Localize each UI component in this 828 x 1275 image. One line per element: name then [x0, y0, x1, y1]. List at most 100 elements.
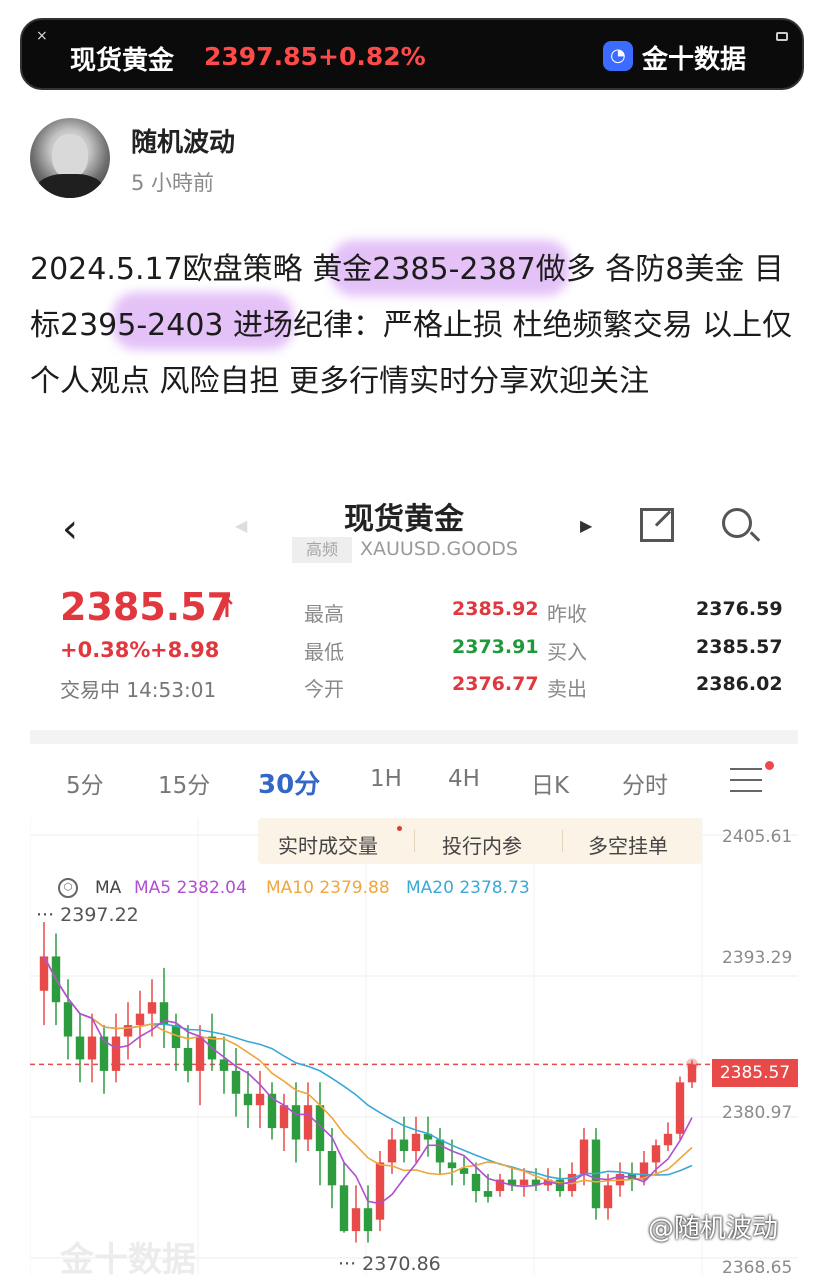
share-icon[interactable] — [640, 508, 674, 542]
tab-5m[interactable]: 5分 — [66, 766, 104, 800]
author-watermark: @随机波动 — [648, 1214, 779, 1244]
stat-label: 最高 — [304, 602, 344, 626]
realtime-volume-button[interactable]: 实时成交量 — [278, 830, 378, 859]
change-absolute: +8.98 — [150, 638, 220, 662]
frequency-badge: 高频 — [292, 537, 352, 563]
candle-up — [111, 1036, 121, 1071]
arrow-up-icon: ↑ — [216, 594, 238, 624]
author-name[interactable]: 随机波动 — [131, 122, 235, 159]
last-price: 2385.57 — [60, 585, 234, 629]
candle-down — [75, 1036, 85, 1060]
candle-up — [375, 1162, 385, 1220]
avatar-face — [52, 134, 88, 178]
prev-symbol-icon[interactable]: ◀ — [235, 516, 247, 535]
candle-down — [291, 1105, 301, 1140]
candle-down — [231, 1070, 241, 1094]
pip-window-icon[interactable] — [776, 32, 788, 41]
high-marker-label: ··· 2397.22 — [36, 904, 139, 926]
high-marker-value: 2397.22 — [60, 904, 139, 926]
y-tick-label: 2380.97 — [722, 1103, 793, 1123]
candle-up — [147, 1002, 157, 1014]
ticker-name: 现货黄金 — [70, 46, 175, 76]
next-symbol-icon[interactable]: ▶ — [580, 516, 592, 535]
candle-down — [363, 1208, 373, 1232]
stat-label: 昨收 — [547, 602, 587, 626]
brand-watermark: 金十数据 — [60, 1240, 196, 1275]
y-tick-label: 2393.29 — [722, 948, 793, 968]
chart-title: 现货黄金 — [344, 502, 464, 537]
candle-up — [303, 1105, 313, 1140]
avatar-suit — [36, 174, 104, 198]
search-icon[interactable] — [722, 508, 752, 538]
candle-down — [243, 1093, 253, 1106]
y-tick-label: 2368.65 — [722, 1258, 793, 1275]
tab-1h[interactable]: 1H — [370, 766, 402, 792]
candle-up — [351, 1208, 361, 1232]
candle-up — [675, 1082, 685, 1134]
candle-down — [183, 1047, 193, 1071]
divider — [414, 830, 415, 852]
divider — [562, 830, 563, 852]
back-icon[interactable]: ‹ — [62, 506, 78, 552]
candle-up — [519, 1179, 529, 1186]
tab-daily[interactable]: 日K — [531, 766, 569, 800]
candle-up — [279, 1105, 289, 1129]
chart-feature-bar: 实时成交量 投行内参 多空挂单 — [258, 818, 702, 864]
stat-value: 2385.92 — [452, 598, 539, 620]
candle-up — [255, 1093, 265, 1106]
candle-up — [135, 1013, 145, 1026]
avatar[interactable] — [30, 118, 110, 198]
ma5-value: MA5 2382.04 — [134, 878, 247, 898]
candle-down — [399, 1139, 409, 1151]
brand-name: 金十数据 — [642, 45, 747, 75]
candle-up — [87, 1036, 97, 1060]
candle-down — [339, 1185, 349, 1232]
tab-15m[interactable]: 15分 — [158, 766, 210, 800]
menu-icon[interactable] — [730, 768, 762, 792]
stat-value: 2376.59 — [696, 598, 783, 620]
tab-intraday[interactable]: 分时 — [622, 766, 668, 800]
notification-dot — [397, 826, 402, 831]
close-icon[interactable]: × — [36, 28, 48, 44]
post-body: 2024.5.17欧盘策略 黄金2385-2387做多 各防8美金 目标2395… — [30, 252, 793, 399]
notification-dot — [765, 761, 774, 770]
candle-down — [471, 1173, 481, 1192]
ma20-value: MA20 2378.73 — [406, 878, 530, 898]
current-price-tag: 2385.57 — [712, 1059, 798, 1087]
stat-value: 2376.77 — [452, 673, 539, 695]
stat-label: 最低 — [304, 640, 344, 664]
stat-label: 卖出 — [547, 677, 587, 701]
candle-down — [435, 1139, 445, 1163]
candle-up — [663, 1133, 673, 1146]
ticker-price: 2397.85 — [204, 42, 318, 71]
candle-up — [579, 1139, 589, 1174]
low-marker-label: ··· 2370.86 — [338, 1253, 441, 1275]
candle-down — [483, 1191, 493, 1197]
candle-down — [555, 1179, 565, 1192]
live-ticker-bar[interactable]: × 现货黄金 2397.85 +0.82% ◔ 金十数据 — [20, 18, 804, 90]
section-divider — [30, 730, 798, 744]
candle-down — [327, 1150, 337, 1186]
candle-down — [447, 1162, 457, 1169]
candle-up — [651, 1145, 661, 1163]
stat-label: 买入 — [547, 640, 587, 664]
candle-down — [63, 1002, 73, 1037]
ma-label: MA — [95, 878, 122, 898]
stat-value: 2386.02 — [696, 673, 783, 695]
last-price-dot — [686, 1058, 698, 1071]
candle-up — [603, 1185, 613, 1209]
indicator-settings-icon[interactable]: ⬡ — [58, 878, 78, 898]
candle-up — [411, 1133, 421, 1151]
post-time: 5 小時前 — [131, 171, 215, 195]
stat-value: 2385.57 — [696, 636, 783, 658]
candle-down — [219, 1059, 229, 1071]
change-percent: +0.38% — [60, 638, 151, 662]
low-marker-value: 2370.86 — [362, 1253, 441, 1275]
tab-30m[interactable]: 30分 — [258, 764, 320, 801]
bank-insights-button[interactable]: 投行内参 — [442, 830, 522, 859]
symbol-code: XAUUSD.GOODS — [360, 538, 518, 560]
ma10-value: MA10 2379.88 — [266, 878, 390, 898]
y-tick-label: 2405.61 — [722, 827, 793, 847]
long-short-orders-button[interactable]: 多空挂单 — [588, 830, 668, 859]
tab-4h[interactable]: 4H — [448, 766, 480, 792]
